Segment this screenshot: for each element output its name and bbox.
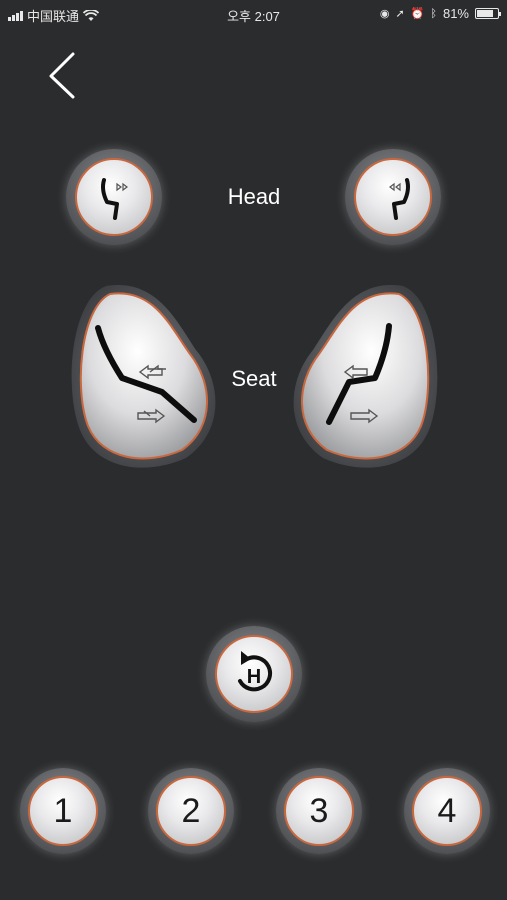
home-position-button[interactable]: H <box>206 626 302 722</box>
preset-number: 1 <box>53 791 73 830</box>
preset-2-button[interactable]: 2 <box>148 768 234 854</box>
battery-icon <box>475 8 501 19</box>
preset-4-button[interactable]: 4 <box>404 768 490 854</box>
preset-number: 2 <box>181 791 201 830</box>
preset-button-face: 1 <box>28 776 98 846</box>
seat-button-shape <box>71 285 216 468</box>
head-button-face <box>75 158 153 236</box>
head-recline-forward-button[interactable] <box>345 149 441 245</box>
head-button-face <box>354 158 432 236</box>
head-recline-icon <box>101 178 128 220</box>
chevron-left-icon <box>49 52 75 99</box>
preset-button-face: 2 <box>156 776 226 846</box>
home-button-face: H <box>215 635 293 713</box>
location-lock-icon: ◉ <box>379 8 390 20</box>
home-position-icon: H <box>238 651 273 692</box>
head-label: Head <box>227 184 281 209</box>
battery-percent: 81% <box>442 6 469 21</box>
seat-recline-forward-button[interactable] <box>283 280 443 470</box>
status-right: ◉ ➚ ⏰ ᛒ 81% <box>379 6 501 21</box>
preset-button-face: 3 <box>284 776 354 846</box>
location-arrow-icon: ➚ <box>395 8 405 20</box>
home-button-letter: H <box>247 666 261 688</box>
seat-recline-back-button[interactable] <box>66 280 226 470</box>
preset-1-button[interactable]: 1 <box>20 768 106 854</box>
preset-button-face: 4 <box>412 776 482 846</box>
status-bar: 中国联通 오후 2:07 ◉ ➚ ⏰ ᛒ 81% <box>0 0 507 28</box>
head-recline-back-button[interactable] <box>66 149 162 245</box>
preset-number: 4 <box>437 791 457 830</box>
preset-3-button[interactable]: 3 <box>276 768 362 854</box>
bluetooth-icon: ᛒ <box>430 7 437 20</box>
back-button[interactable] <box>42 50 82 100</box>
seat-button-shape <box>293 285 438 468</box>
alarm-icon: ⏰ <box>410 8 425 20</box>
head-upright-icon <box>389 178 410 220</box>
preset-number: 3 <box>309 791 329 830</box>
